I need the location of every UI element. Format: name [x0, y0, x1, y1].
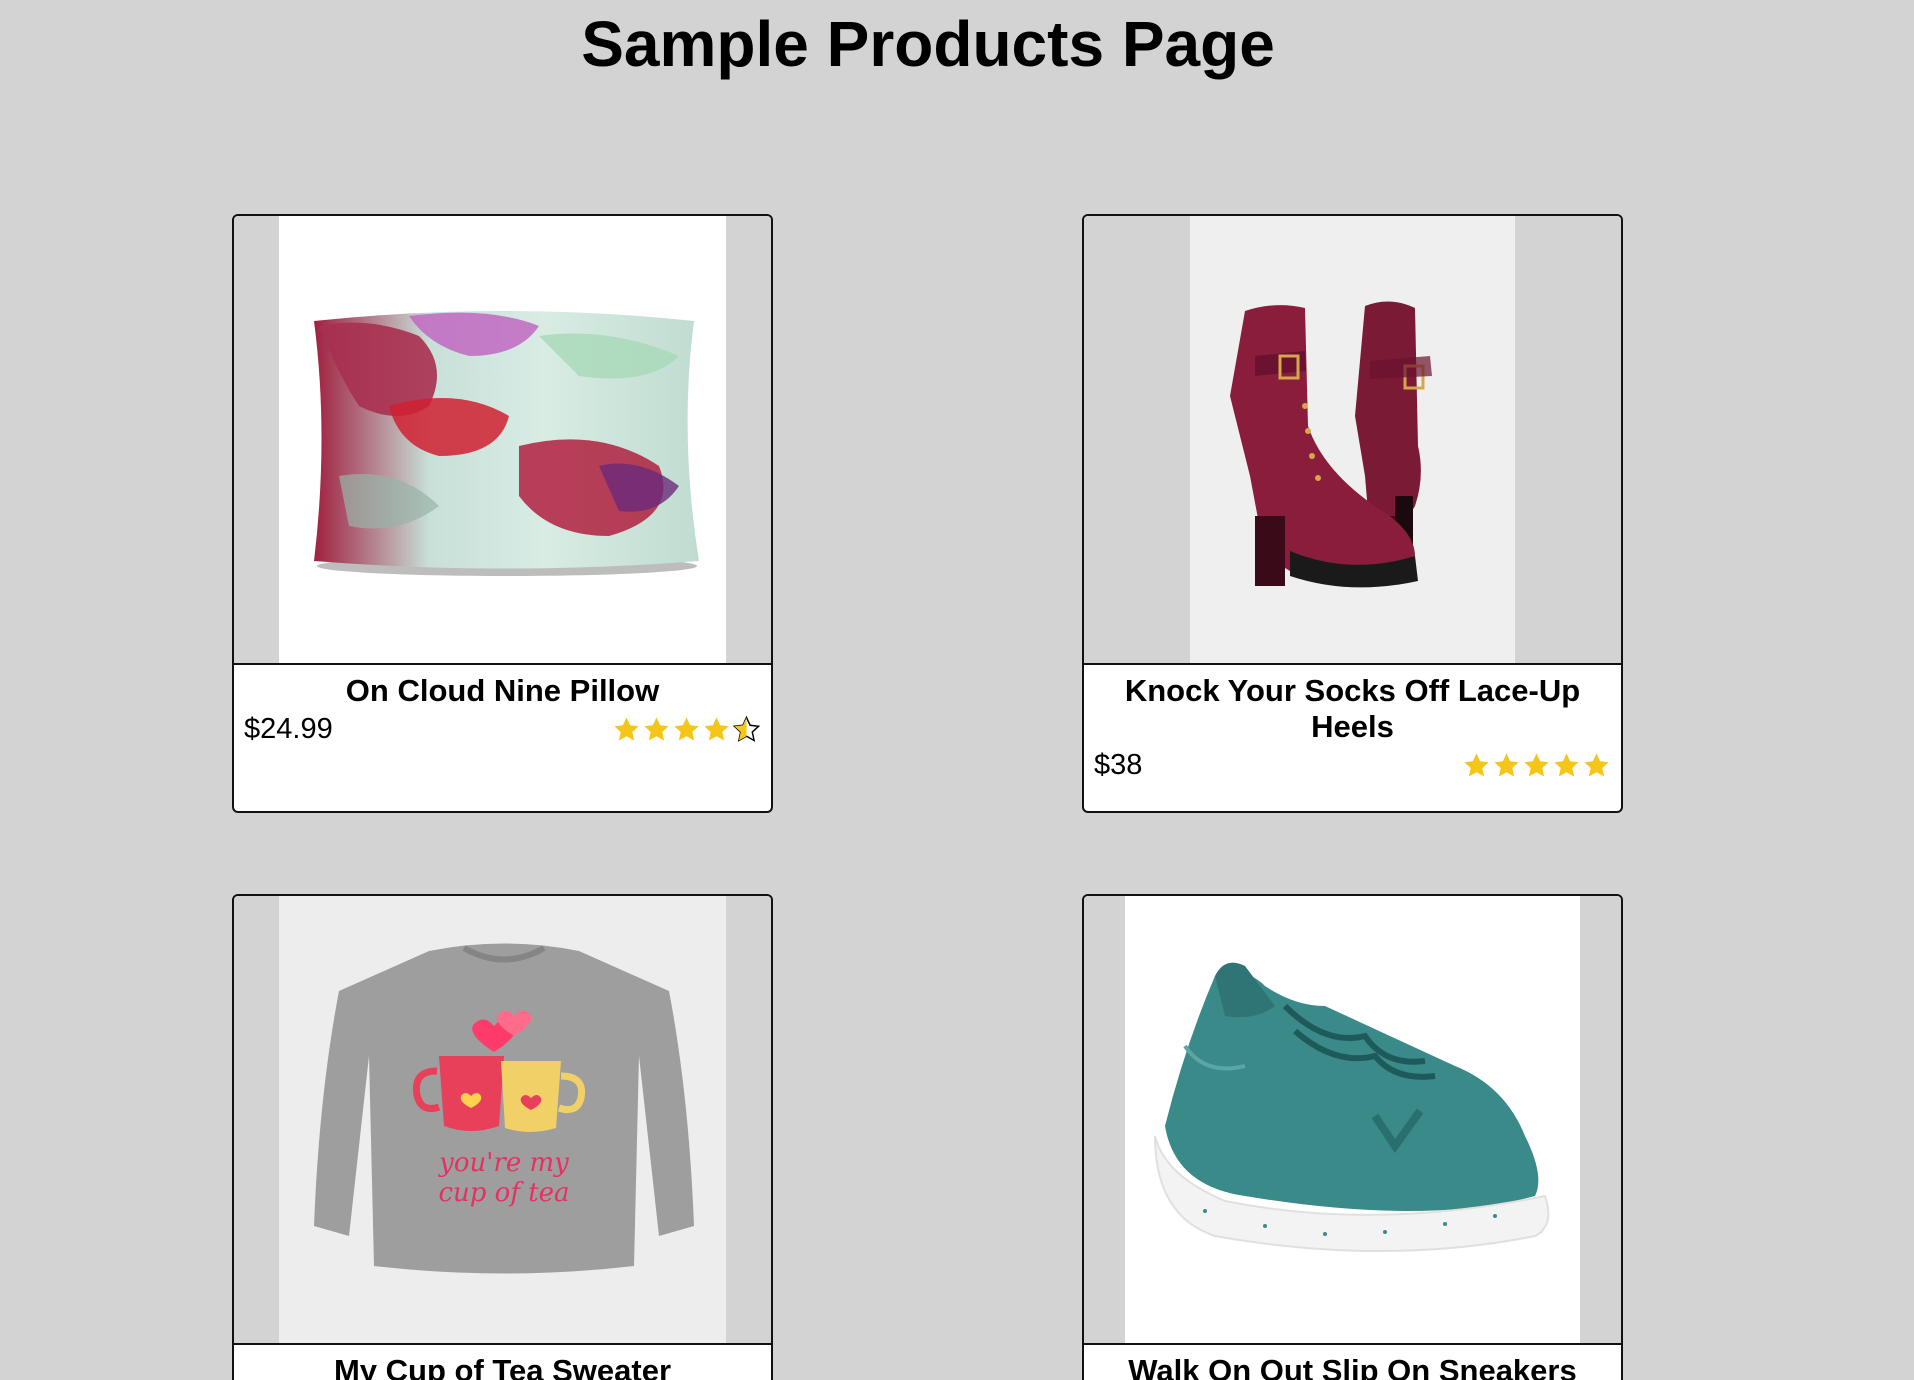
product-name[interactable]: Walk On Out Slip On Sneakers	[1114, 1353, 1591, 1380]
star-icon	[1494, 753, 1519, 777]
sweater-print-line2: cup of tea	[438, 1178, 569, 1208]
sweater-print-line1: you're my	[438, 1148, 569, 1178]
pillow-image[interactable]	[279, 216, 726, 663]
star-rating	[1462, 751, 1611, 780]
product-card[interactable]: Knock Your Socks Off Lace-Up Heels $38	[1082, 214, 1623, 813]
products-page: Sample Products Page On Cloud Nine Pillo…	[0, 0, 1914, 1380]
star-icon	[1524, 753, 1549, 777]
product-info: Walk On Out Slip On Sneakers	[1084, 1345, 1621, 1380]
product-image-area[interactable]	[1084, 216, 1621, 665]
product-image-area[interactable]	[1084, 896, 1621, 1345]
star-icon	[674, 717, 699, 741]
product-info: My Cup of Tea Sweater	[234, 1345, 771, 1380]
product-price: $38	[1094, 749, 1143, 781]
product-info: Knock Your Socks Off Lace-Up Heels $38	[1084, 665, 1621, 802]
product-info: On Cloud Nine Pillow $24.99	[234, 665, 771, 766]
star-icon	[1584, 753, 1609, 777]
star-rating	[612, 715, 761, 744]
product-name[interactable]: On Cloud Nine Pillow	[264, 673, 741, 709]
product-price: $24.99	[244, 713, 333, 745]
star-icon	[704, 717, 729, 741]
half-star-icon	[732, 715, 761, 742]
product-image-area[interactable]: you're my cup of tea	[234, 896, 771, 1345]
star-icon	[644, 717, 669, 741]
star-icon	[1464, 753, 1489, 777]
product-card[interactable]: you're my cup of tea My Cup of Tea Sweat…	[232, 894, 773, 1380]
sweater-image[interactable]: you're my cup of tea	[279, 896, 726, 1343]
product-name[interactable]: My Cup of Tea Sweater	[264, 1353, 741, 1380]
product-name[interactable]: Knock Your Socks Off Lace-Up Heels	[1114, 673, 1591, 745]
star-icon	[1554, 753, 1579, 777]
page-title: Sample Products Page	[581, 8, 1275, 80]
sneaker-image[interactable]	[1125, 896, 1580, 1343]
star-icon	[614, 717, 639, 741]
boots-image[interactable]	[1190, 216, 1515, 663]
product-card[interactable]: Walk On Out Slip On Sneakers	[1082, 894, 1623, 1380]
product-image-area[interactable]	[234, 216, 771, 665]
product-card[interactable]: On Cloud Nine Pillow $24.99	[232, 214, 773, 813]
